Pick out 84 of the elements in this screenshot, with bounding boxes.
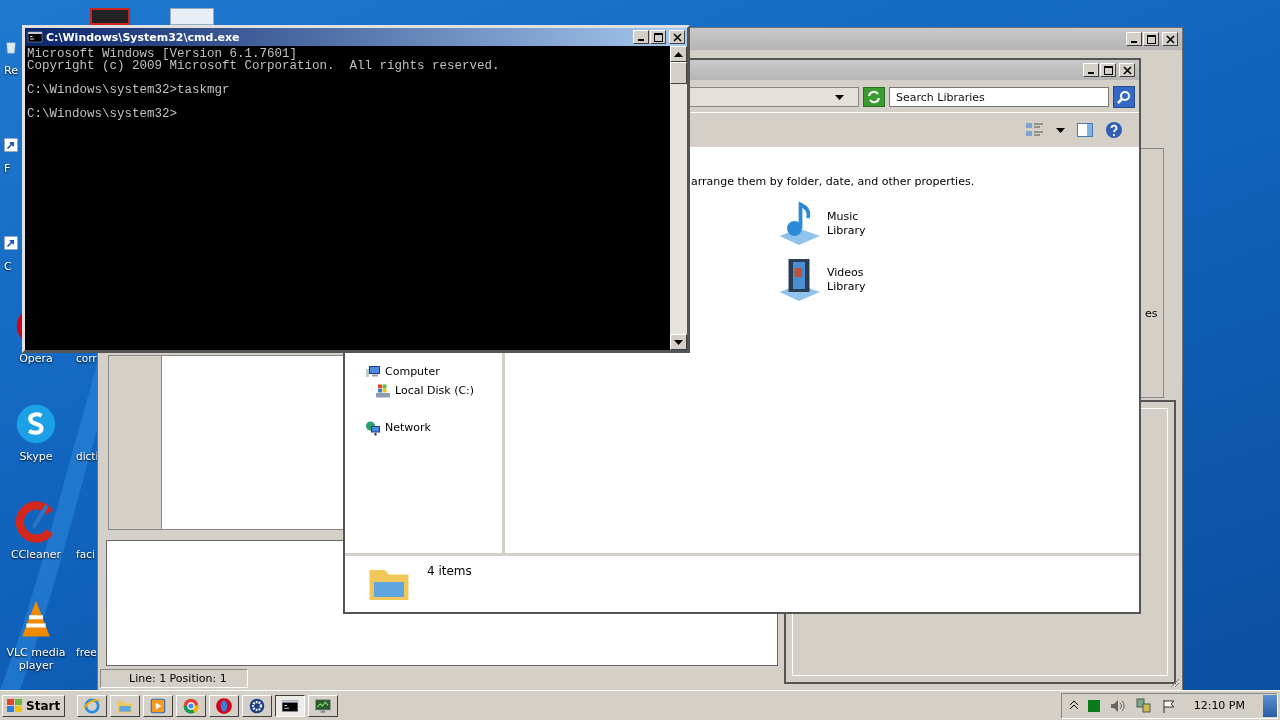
desktop-icon-label[interactable]: VLC media player xyxy=(6,646,66,672)
item-count: 4 items xyxy=(427,564,472,578)
console-line: Copyright (c) 2009 Microsoft Corporation. All rights reserved. xyxy=(27,60,501,72)
computer-icon xyxy=(365,363,381,380)
console-line: Microsoft Windows [Version 6.1.7601] xyxy=(27,48,298,60)
library-name[interactable]: Music Library xyxy=(827,210,871,238)
minimize-button[interactable] xyxy=(1083,63,1099,77)
resize-grip-icon xyxy=(1168,676,1180,688)
scroll-up-button[interactable] xyxy=(670,46,687,62)
desktop-icon[interactable] xyxy=(90,8,130,25)
status-square-icon[interactable] xyxy=(1087,699,1100,712)
refresh-button[interactable] xyxy=(863,87,885,107)
console-line: C:\Windows\system32> xyxy=(27,108,179,120)
start-button[interactable]: Start xyxy=(2,694,66,717)
search-field[interactable]: Search Libraries xyxy=(889,87,1109,107)
desktop-icon-label[interactable]: corr xyxy=(76,352,99,365)
windows-logo-icon xyxy=(7,698,23,713)
panel-text: es xyxy=(1145,307,1158,320)
ie-icon xyxy=(83,696,102,715)
gear-icon xyxy=(248,696,267,715)
show-desktop-button[interactable] xyxy=(1263,694,1277,717)
monitor-icon xyxy=(314,696,333,715)
flag-icon[interactable] xyxy=(1161,698,1176,713)
library-name[interactable]: Videos Library xyxy=(827,266,871,294)
navigation-item[interactable]: Computer xyxy=(365,362,502,381)
maximize-icon xyxy=(1146,34,1156,44)
close-icon xyxy=(1165,34,1175,44)
maximize-icon xyxy=(653,32,663,42)
close-icon xyxy=(672,32,682,42)
desktop-icon-label[interactable]: Skype xyxy=(6,450,66,463)
chrome-icon xyxy=(182,696,201,715)
taskbar-button[interactable] xyxy=(275,694,306,717)
navigation-item[interactable]: Network xyxy=(365,418,502,437)
navigation-item[interactable]: Local Disk (C:) xyxy=(365,381,502,400)
clock[interactable]: 12:10 PM xyxy=(1193,699,1245,712)
scroll-down-button[interactable] xyxy=(670,334,687,350)
speaker-icon[interactable] xyxy=(1109,698,1126,713)
dropdown-icon[interactable] xyxy=(835,94,844,100)
minimize-icon xyxy=(1088,72,1094,74)
close-button[interactable] xyxy=(1119,63,1135,77)
minimize-icon xyxy=(638,39,644,41)
desktop-icon-label[interactable]: CCleaner xyxy=(6,548,66,561)
caret-icon[interactable] xyxy=(1056,127,1065,133)
close-button[interactable] xyxy=(1162,32,1178,46)
media-icon xyxy=(149,696,168,715)
help-icon[interactable] xyxy=(1105,121,1123,139)
arrow-down-icon xyxy=(674,339,683,345)
recycle-bin-icon xyxy=(4,40,18,54)
desktop-icon-label[interactable]: dicti xyxy=(76,450,99,463)
skype-icon xyxy=(14,402,58,446)
console-icon xyxy=(27,29,43,45)
desktop-icon-label[interactable]: C xyxy=(4,260,12,273)
desktop-icon-label[interactable]: Opera xyxy=(6,352,66,365)
network-icon xyxy=(365,419,381,436)
status-bar-text: Line: 1 Position: 1 xyxy=(100,669,248,688)
disk-icon xyxy=(375,382,391,399)
show-hidden-icons-icon[interactable] xyxy=(1069,701,1078,710)
desktop-icon-label[interactable]: free xyxy=(76,646,99,659)
desktop-icon-label[interactable]: F xyxy=(4,162,11,175)
refresh-icon xyxy=(866,90,882,104)
search-icon xyxy=(1117,90,1131,104)
shortcut-icon xyxy=(4,138,18,152)
scroll-thumb[interactable] xyxy=(670,62,687,84)
network-icon[interactable] xyxy=(1135,698,1152,713)
desktop-icon-label[interactable]: Re xyxy=(4,64,18,77)
maximize-icon xyxy=(1103,65,1113,75)
close-icon xyxy=(1122,65,1132,75)
window-title: C:\Windows\System32\cmd.exe xyxy=(46,30,240,44)
maximize-button[interactable] xyxy=(1100,63,1116,77)
arrow-up-icon xyxy=(674,51,683,57)
console-line: C:\Windows\system32>taskmgr xyxy=(27,84,231,96)
minimize-icon xyxy=(1131,41,1137,43)
opera-icon xyxy=(215,696,234,715)
search-button[interactable] xyxy=(1113,86,1135,108)
close-button[interactable] xyxy=(669,30,685,44)
maximize-button[interactable] xyxy=(650,30,666,44)
minimize-button[interactable] xyxy=(633,30,649,44)
maximize-button[interactable] xyxy=(1143,32,1159,46)
description-text: arrange them by folder, date, and other properties. xyxy=(690,175,976,188)
preview-pane-icon[interactable] xyxy=(1077,123,1093,137)
minimize-button[interactable] xyxy=(1126,32,1142,46)
desktop-icon-label[interactable]: faci xyxy=(76,548,99,561)
shortcut-icon xyxy=(4,236,18,250)
scrollbar[interactable] xyxy=(670,46,687,350)
